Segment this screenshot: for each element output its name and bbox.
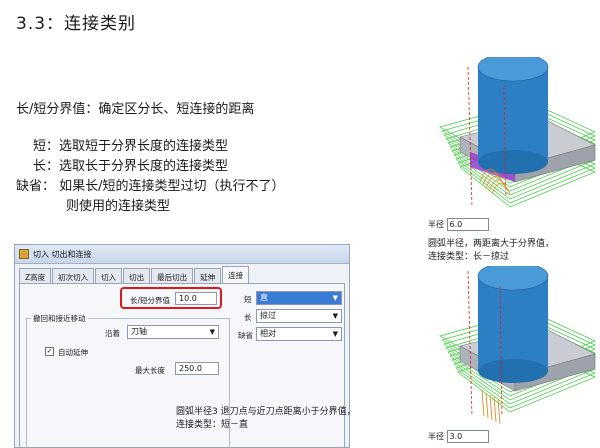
tab-extension[interactable]: 延伸 bbox=[194, 268, 222, 283]
along-value: 刀轴 bbox=[131, 327, 147, 336]
tab-lead-in[interactable]: 切入 bbox=[95, 268, 123, 283]
dialog-title: 切入 切出和连接 bbox=[33, 249, 92, 259]
bottom-caption-line2: 连接类型：短－直 bbox=[176, 420, 249, 430]
auto-extend-checkbox[interactable]: ✓ bbox=[45, 347, 54, 356]
along-label: 沿着 bbox=[105, 329, 120, 338]
bottom-3d-render bbox=[439, 266, 596, 425]
top-radius-input[interactable]: 6.0 bbox=[446, 218, 489, 231]
top-caption-line1: 圆弧半径，两距离大于分界值， bbox=[428, 239, 555, 249]
max-length-input[interactable]: 250.0 bbox=[175, 362, 219, 375]
top-caption: 圆弧半径，两距离大于分界值， 连接类型：长－掠过 bbox=[428, 238, 554, 264]
short-value: 直 bbox=[260, 293, 268, 302]
tab-last-lead-out[interactable]: 最后切出 bbox=[151, 268, 194, 283]
top-radius-row: 半径 6.0 bbox=[428, 218, 489, 231]
bottom-radius-row: 半径 3.0 bbox=[428, 430, 489, 443]
bullet-default-cont: 则使用的连接类型 bbox=[66, 199, 171, 214]
bottom-radius-input[interactable]: 3.0 bbox=[446, 430, 489, 443]
bottom-caption-line1: 圆弧半径3 退刀点与近刀点距离小于分界值， bbox=[176, 407, 356, 417]
bullet-short: 短：选取短于分界长度的连接类型 bbox=[33, 139, 229, 154]
heading: 长/短分界值：确定区分长、短连接的距离 bbox=[16, 102, 255, 117]
long-label: 长 bbox=[244, 313, 252, 322]
tab-lead-out[interactable]: 切出 bbox=[123, 268, 151, 283]
auto-extend-label: 自动延伸 bbox=[58, 348, 88, 357]
default-select[interactable]: 相对 ▼ bbox=[256, 327, 342, 341]
short-select[interactable]: 直 ▼ bbox=[256, 291, 342, 305]
highlight-box bbox=[120, 287, 222, 309]
dialog-tabs: Z高度 初次切入 切入 切出 最后切出 延伸 连接 bbox=[19, 266, 250, 283]
chevron-down-icon: ▼ bbox=[209, 328, 215, 336]
dialog-app-icon bbox=[19, 249, 29, 259]
chevron-down-icon: ▼ bbox=[332, 312, 338, 320]
default-value: 相对 bbox=[260, 329, 276, 338]
long-select[interactable]: 掠过 ▼ bbox=[256, 309, 342, 323]
dialog-titlebar: 切入 切出和连接 bbox=[15, 245, 349, 264]
short-label: 短 bbox=[244, 295, 252, 304]
bullet-long: 长：选取长于分界长度的连接类型 bbox=[33, 159, 229, 174]
chevron-down-icon: ▼ bbox=[332, 330, 338, 338]
default-label: 缺省 bbox=[238, 331, 253, 340]
bullet-default: 缺省： 如果长/短的连接类型过切（执行不了） bbox=[16, 179, 285, 194]
tab-first-lead-in[interactable]: 初次切入 bbox=[52, 268, 95, 283]
tab-z-height[interactable]: Z高度 bbox=[19, 268, 52, 283]
chevron-down-icon: ▼ bbox=[332, 294, 338, 302]
group-title: 撤回和接近移动 bbox=[31, 313, 88, 324]
top-3d-render bbox=[439, 57, 596, 208]
tab-links[interactable]: 连接 bbox=[222, 266, 250, 283]
bottom-radius-label: 半径 bbox=[428, 432, 444, 441]
top-radius-label: 半径 bbox=[428, 220, 444, 229]
bottom-caption: 圆弧半径3 退刀点与近刀点距离小于分界值， 连接类型：短－直 bbox=[176, 406, 356, 432]
long-value: 掠过 bbox=[260, 311, 276, 320]
along-select[interactable]: 刀轴 ▼ bbox=[127, 325, 219, 339]
max-length-label: 最大长度 bbox=[135, 366, 165, 375]
page-title: 3.3：连接类别 bbox=[16, 14, 137, 34]
top-caption-line2: 连接类型：长－掠过 bbox=[428, 252, 510, 262]
